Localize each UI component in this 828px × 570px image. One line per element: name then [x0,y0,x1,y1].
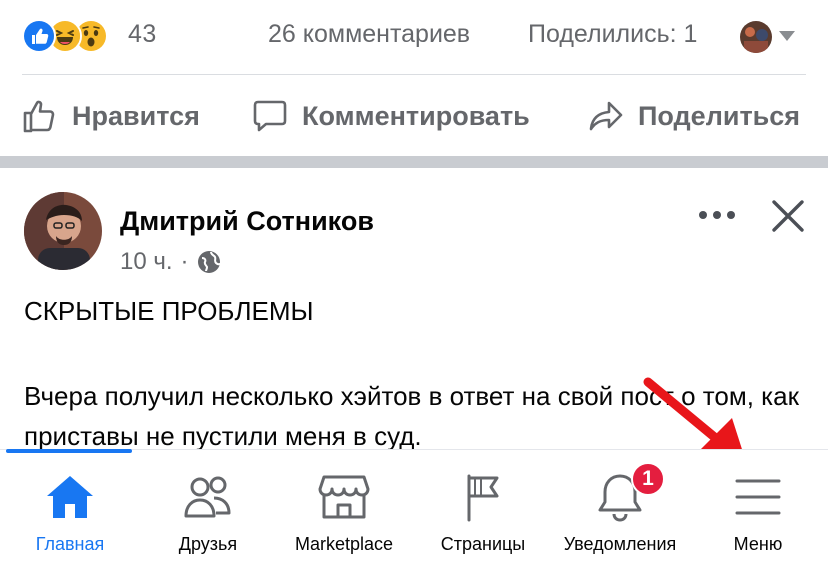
nav-label-notifications: Уведомления [563,534,677,554]
notification-badge: 1 [631,462,665,496]
like-label: Нравится [72,100,200,131]
nav-menu[interactable]: Меню [688,450,828,570]
nav-notifications[interactable]: 1 Уведомления [550,450,690,570]
profile-avatar-small[interactable] [740,21,772,53]
bottom-navigation: Главная Друзья Marketplace Страницы 1 Ув… [0,449,828,570]
nav-marketplace[interactable]: Marketplace [274,450,414,570]
divider [22,74,806,75]
chevron-down-icon[interactable] [778,30,796,42]
comment-label: Комментировать [302,100,530,131]
shares-count[interactable]: Поделились: 1 [528,20,697,49]
share-label: Поделиться [638,100,801,131]
nav-label-pages: Страницы [440,534,526,554]
post-actions: Нравится Комментировать Поделиться [0,76,828,156]
like-icon [22,19,56,53]
home-icon [47,476,93,518]
friends-icon [184,476,231,518]
nav-home[interactable]: Главная [0,450,140,570]
share-icon [589,101,623,131]
hamburger-menu-icon [735,479,781,515]
post-meta: 10 ч. · [120,248,221,276]
nav-label-marketplace: Marketplace [294,534,394,554]
nav-pages[interactable]: Страницы [413,450,553,570]
flag-icon [467,474,499,522]
comment-icon [253,100,287,132]
post-text: Вчера получил несколько хэйтов в ответ н… [24,381,799,451]
comments-count[interactable]: 26 комментариев [268,20,470,49]
share-button[interactable]: Поделиться [588,76,800,156]
more-options-icon[interactable] [697,203,737,227]
like-button[interactable]: Нравится [22,76,200,156]
author-avatar[interactable] [24,192,102,270]
globe-icon [197,251,220,273]
active-tab-indicator [6,449,132,453]
thumbs-up-icon [23,100,55,133]
comment-button[interactable]: Комментировать [252,76,530,156]
feed-separator [0,156,828,168]
post-time[interactable]: 10 ч. [120,248,173,276]
marketplace-icon [318,475,370,519]
meta-separator: · [180,248,189,275]
reactions-summary: 43 26 комментариев Поделились: 1 [0,0,828,72]
nav-label-menu: Меню [733,534,783,554]
post-title: СКРЫТЫЕ ПРОБЛЕМЫ [24,296,314,326]
nav-friends[interactable]: Друзья [138,450,278,570]
reaction-count[interactable]: 43 [128,20,157,49]
close-icon[interactable] [771,199,805,233]
nav-label-friends: Друзья [178,534,238,554]
nav-label-home: Главная [35,534,105,554]
author-name[interactable]: Дмитрий Сотников [120,206,374,237]
